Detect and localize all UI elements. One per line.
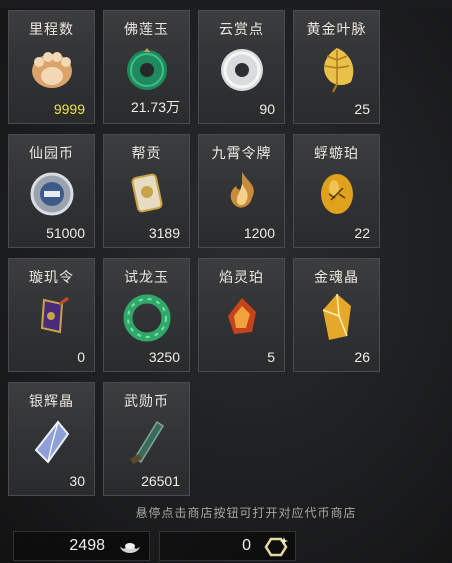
dragon-jade-icon [123, 294, 171, 342]
gold-crystal-icon [322, 293, 351, 340]
silver-currency-value: 2498 [69, 537, 105, 554]
card-name: 黄金叶脉 [306, 21, 367, 37]
currency-card-xuanji-token[interactable]: 璇玑令 0 [8, 258, 95, 372]
golden-leaf-icon [324, 48, 354, 93]
card-name: 银辉晶 [29, 393, 74, 409]
currency-card-yunshang-points[interactable]: 云赏点 90 [198, 10, 285, 124]
white-jade-disc-icon [221, 49, 263, 91]
currency-card-folian-jade[interactable]: 佛莲玉 21.73万 [103, 10, 190, 124]
card-name: 云赏点 [219, 21, 264, 37]
card-count: 30 [69, 473, 85, 489]
amber-insect-icon [321, 174, 353, 214]
shop-hint-text: 悬停点击商店按钮可打开对应代币商店 [135, 506, 357, 520]
currency-card-wuxun-coin[interactable]: 武勋币 26501 [103, 382, 190, 496]
jade-ring-icon [127, 48, 167, 90]
flame-token-icon [230, 172, 254, 208]
card-name: 九霄令牌 [211, 145, 272, 161]
currency-card-golden-leaf[interactable]: 黄金叶脉 25 [293, 10, 380, 124]
sword-coin-icon [130, 420, 165, 465]
card-count: 51000 [46, 225, 85, 241]
card-name: 金魂晶 [314, 269, 359, 285]
card-count: 9999 [53, 101, 85, 117]
card-name: 试龙玉 [124, 269, 169, 285]
card-count: 3250 [148, 349, 180, 365]
silver-currency-display: 2498 [13, 531, 150, 561]
token-currency-value: 0 [242, 537, 251, 554]
card-count: 3189 [148, 225, 180, 241]
card-count: 21.73万 [130, 99, 180, 115]
card-count: 26 [354, 349, 370, 365]
currency-card-yinhui-crystal[interactable]: 银辉晶 30 [8, 382, 95, 496]
card-name: 武勋币 [124, 393, 169, 409]
currency-card-jiuxiao-token[interactable]: 九霄令牌 1200 [198, 134, 285, 248]
card-count: 25 [354, 101, 370, 117]
currency-card-mileage[interactable]: 里程数 9999 [8, 10, 95, 124]
card-count: 0 [77, 349, 85, 365]
silver-crystal-icon [34, 420, 70, 464]
card-name: 帮贡 [131, 145, 162, 161]
scroll-token-icon [131, 173, 163, 213]
card-name: 仙园币 [29, 145, 74, 161]
currency-card-shilong-jade[interactable]: 试龙玉 3250 [103, 258, 190, 372]
card-count: 26501 [141, 473, 180, 489]
card-count: 90 [259, 101, 275, 117]
currency-card-fuyou-amber[interactable]: 蜉蝣珀 22 [293, 134, 380, 248]
currency-card-yanling-amber[interactable]: 焰灵珀 5 [198, 258, 285, 372]
card-name: 里程数 [29, 21, 74, 37]
card-count: 22 [354, 225, 370, 241]
fire-amber-icon [228, 298, 256, 334]
paw-icon [32, 52, 72, 88]
card-name: 璇玑令 [29, 269, 74, 285]
purple-charm-icon [40, 296, 69, 334]
currency-card-guild-contribution[interactable]: 帮贡 3189 [103, 134, 190, 248]
card-count: 5 [267, 349, 275, 365]
currency-card-jinhun-crystal[interactable]: 金魂晶 26 [293, 258, 380, 372]
hexagon-token-icon [264, 537, 288, 557]
token-currency-display: 0 [159, 531, 296, 561]
card-name: 蜉蝣珀 [314, 145, 359, 161]
coin-icon [30, 172, 74, 216]
card-count: 1200 [243, 225, 275, 241]
card-name: 佛莲玉 [124, 21, 169, 37]
silver-ingot-icon [120, 543, 140, 553]
card-name: 焰灵珀 [219, 269, 264, 285]
top-bar [0, 0, 452, 8]
currency-card-xianyuan-coin[interactable]: 仙园币 51000 [8, 134, 95, 248]
